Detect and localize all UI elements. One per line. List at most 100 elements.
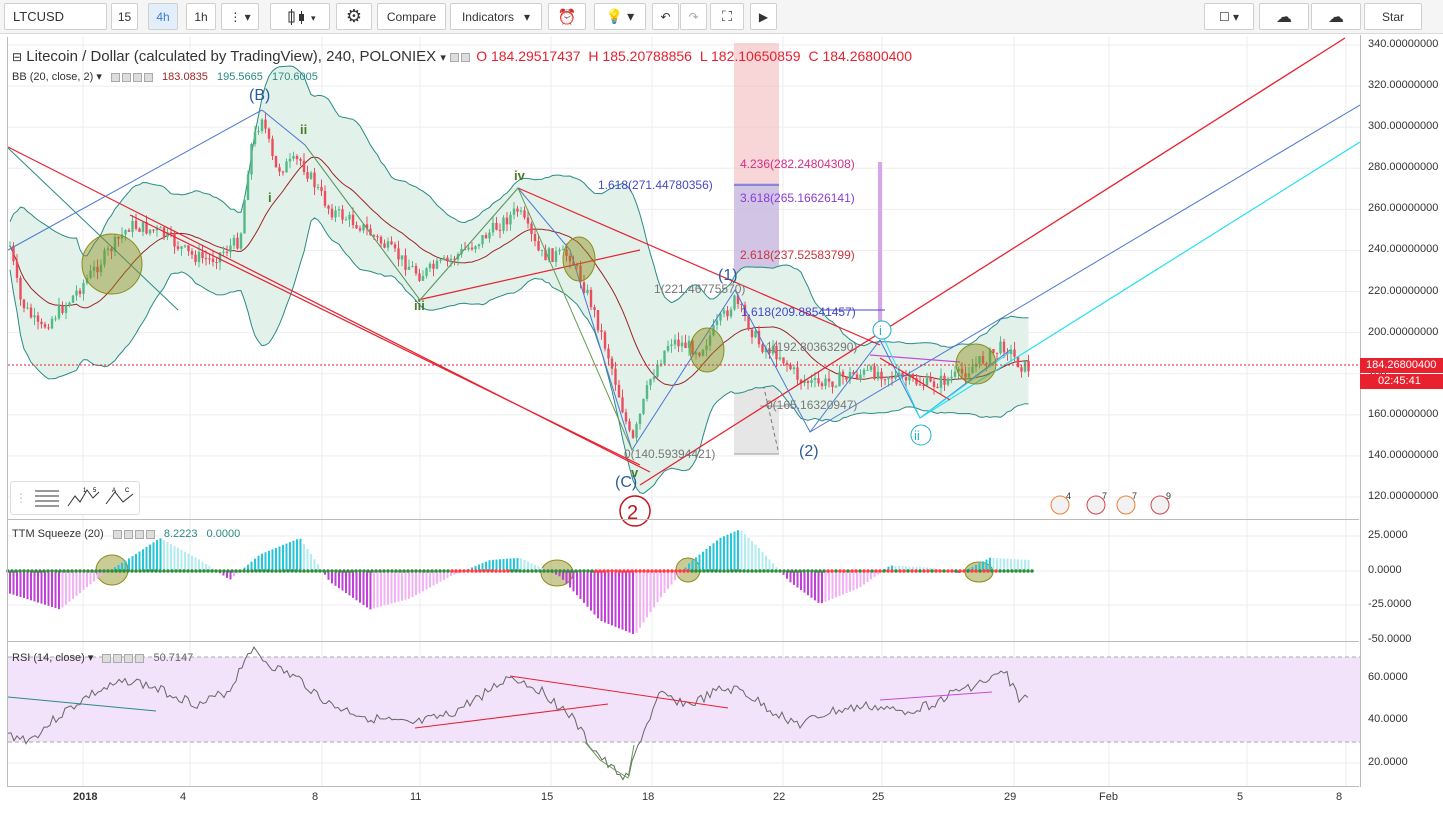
- candle: [932, 381, 936, 387]
- squeeze-dot: [330, 569, 334, 573]
- squeeze-dot: [1014, 569, 1018, 573]
- squeeze-dot: [902, 569, 906, 573]
- menu-lines-icon[interactable]: [31, 487, 65, 509]
- pane-separator[interactable]: [7, 641, 1359, 642]
- chevron-down-icon[interactable]: ▾: [96, 71, 102, 83]
- candle: [505, 217, 509, 225]
- squeeze-dot: [386, 569, 390, 573]
- candle: [411, 266, 414, 268]
- squeeze-bar: [639, 571, 641, 628]
- squeeze-dot: [414, 569, 418, 573]
- settings-icon[interactable]: [461, 52, 471, 62]
- squeeze-dot: [614, 569, 618, 573]
- settings-icon[interactable]: [123, 529, 133, 539]
- elliott-correction-icon[interactable]: AC: [103, 486, 137, 510]
- elliott-impulse-icon[interactable]: 15: [65, 486, 103, 510]
- eye-icon[interactable]: [112, 529, 122, 539]
- squeeze-dot: [654, 569, 658, 573]
- candle: [435, 260, 439, 269]
- candle: [512, 208, 516, 215]
- squeeze-bar: [698, 554, 701, 571]
- star-button[interactable]: Star: [1364, 3, 1422, 30]
- squeeze-dot: [398, 569, 402, 573]
- remove-icon[interactable]: [132, 72, 142, 82]
- candle: [614, 368, 617, 385]
- candle: [817, 378, 820, 384]
- squeeze-bar: [355, 571, 358, 601]
- chevron-down-icon[interactable]: ▾: [440, 52, 446, 64]
- squeeze-bar: [852, 571, 855, 591]
- candle: [64, 305, 68, 313]
- candle: [488, 232, 491, 239]
- squeeze-dot: [438, 569, 442, 573]
- remove-icon[interactable]: [134, 529, 144, 539]
- squeeze-dot: [34, 569, 38, 573]
- candle: [719, 313, 722, 321]
- squeeze-bar: [506, 558, 508, 571]
- drag-handle-icon[interactable]: ⋮: [11, 491, 31, 505]
- pane-separator[interactable]: [7, 519, 1359, 520]
- squeeze-bar: [390, 571, 393, 604]
- more-icon[interactable]: [145, 529, 155, 539]
- squeeze-bar: [296, 539, 298, 571]
- candle: [33, 315, 36, 318]
- squeeze-dot: [306, 569, 310, 573]
- candle: [628, 421, 631, 431]
- squeeze-bar: [415, 571, 417, 596]
- squeeze-bar: [1013, 559, 1016, 571]
- settings-icon[interactable]: [121, 72, 131, 82]
- candle: [201, 251, 204, 259]
- squeeze-bar: [800, 571, 802, 591]
- collapse-icon[interactable]: ⊟: [12, 50, 22, 64]
- squeeze-dot: [858, 569, 862, 573]
- candle: [348, 214, 351, 220]
- candle: [376, 236, 379, 238]
- squeeze-dot: [134, 569, 138, 573]
- squeeze-dot: [762, 569, 766, 573]
- event-markers: 4 7 7 9: [1050, 491, 1171, 515]
- squeeze-bar: [824, 571, 827, 602]
- squeeze-dot: [174, 569, 178, 573]
- more-icon[interactable]: [135, 653, 145, 663]
- squeeze-dot: [918, 569, 922, 573]
- candle: [470, 247, 474, 250]
- chart-title: Litecoin / Dollar (calculated by Trading…: [26, 48, 437, 65]
- eye-icon[interactable]: [102, 653, 112, 663]
- squeeze-bar: [863, 571, 865, 585]
- squeeze-bar: [618, 571, 620, 629]
- squeeze-dot: [474, 569, 478, 573]
- remove-icon[interactable]: [124, 653, 134, 663]
- squeeze-dot: [646, 569, 650, 573]
- squeeze-dot: [462, 569, 466, 573]
- chart-canvas[interactable]: (B) ii i iv iii v (C) (1) (2) i ii 2 4.2…: [0, 0, 1360, 814]
- squeeze-bar: [604, 571, 606, 623]
- candle: [267, 128, 271, 139]
- candle: [656, 365, 659, 377]
- squeeze-bar: [254, 558, 256, 571]
- candle: [232, 237, 236, 246]
- squeeze-dot: [522, 569, 526, 573]
- chevron-down-icon[interactable]: ▾: [88, 652, 94, 664]
- candle: [726, 310, 729, 317]
- squeeze-bar: [989, 557, 991, 571]
- candle: [558, 249, 561, 252]
- squeeze-bar: [996, 558, 998, 571]
- time-tick: 29: [1004, 791, 1017, 803]
- squeeze-tick: -25.0000: [1368, 598, 1412, 610]
- candle: [869, 366, 873, 370]
- candle: [925, 377, 929, 386]
- squeeze-dot: [302, 569, 306, 573]
- squeeze-bar: [656, 571, 659, 603]
- squeeze-dot: [682, 569, 686, 573]
- wave-label-cyan-ii: ii: [914, 428, 920, 443]
- eye-icon[interactable]: [450, 52, 460, 62]
- squeeze-bar: [408, 571, 410, 599]
- bar-countdown: 02:45:41: [1360, 374, 1443, 389]
- squeeze-bar: [278, 546, 281, 571]
- price-tick: 220.00000000: [1368, 284, 1439, 297]
- eye-icon[interactable]: [110, 72, 120, 82]
- more-icon[interactable]: [143, 72, 153, 82]
- squeeze-dot: [818, 569, 822, 573]
- fib-label: 2.618(237.52583799): [740, 248, 855, 262]
- settings-icon[interactable]: [113, 653, 123, 663]
